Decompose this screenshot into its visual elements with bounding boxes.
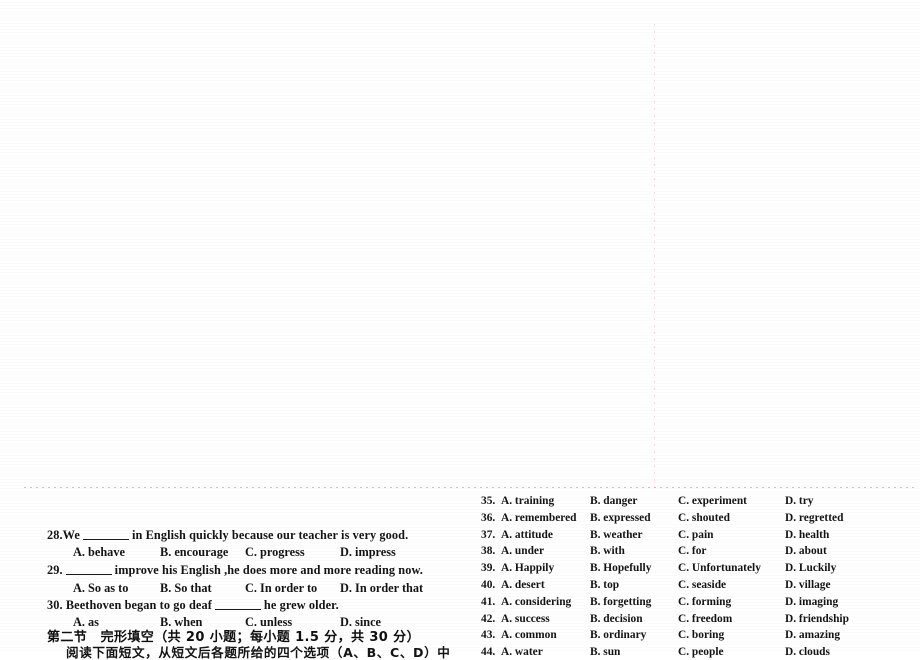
cloze-42-option-c[interactable]: C. freedom xyxy=(678,612,732,626)
cloze-40-option-b[interactable]: B. top xyxy=(590,578,619,592)
table-row: 40. A. desert B. top C. seaside D. villa… xyxy=(481,578,920,592)
question-29-stem-after: improve his English ,he does more and mo… xyxy=(114,563,423,577)
question-30-options: A. as B. when C. unless D. since xyxy=(47,615,467,629)
question-29-option-a[interactable]: A. So as to xyxy=(73,581,128,595)
cloze-40-option-a[interactable]: A. desert xyxy=(501,578,545,592)
cloze-39-option-b[interactable]: B. Hopefully xyxy=(590,561,651,575)
cloze-36-option-b[interactable]: B. expressed xyxy=(590,511,651,525)
question-30-option-b[interactable]: B. when xyxy=(160,615,202,629)
question-28-options: A. behave B. encourage C. progress D. im… xyxy=(47,545,467,559)
question-30-blank xyxy=(214,609,261,610)
table-row: 43. A. common B. ordinary C. boring D. a… xyxy=(481,628,920,642)
vertical-dotted-guide xyxy=(654,24,655,490)
cloze-36-option-c[interactable]: C. shouted xyxy=(678,511,730,525)
question-29-options: A. So as to B. So that C. In order to D.… xyxy=(47,581,467,595)
cloze-number-38: 38. xyxy=(481,545,496,558)
section-instruction: 阅读下面短文，从短文后各题所给的四个选项（A、B、C、D）中 xyxy=(66,645,451,660)
question-28-stem-after: in English quickly because our teacher i… xyxy=(131,528,409,542)
cloze-42-option-d[interactable]: D. friendship xyxy=(785,612,849,626)
cloze-38-option-d[interactable]: D. about xyxy=(785,544,827,558)
cloze-43-option-c[interactable]: C. boring xyxy=(678,628,724,642)
cloze-37-option-d[interactable]: D. health xyxy=(785,528,829,542)
question-28-option-c[interactable]: C. progress xyxy=(245,545,305,559)
cloze-39-option-d[interactable]: D. Luckily xyxy=(785,561,836,575)
cloze-39-option-c[interactable]: C. Unfortunately xyxy=(678,561,761,575)
table-row: 35. A. training B. danger C. experiment … xyxy=(481,494,920,508)
table-row: 38. A. under B. with C. for D. about xyxy=(481,544,920,558)
table-row: 36. A. remembered B. expressed C. shoute… xyxy=(481,511,920,525)
question-29-option-d[interactable]: D. In order that xyxy=(340,581,423,595)
question-29-option-c[interactable]: C. In order to xyxy=(245,581,317,595)
cloze-35-option-b[interactable]: B. danger xyxy=(590,494,637,508)
question-28-option-b[interactable]: B. encourage xyxy=(160,545,228,559)
question-30-stem-before: 30. Beethoven began to go deaf xyxy=(47,598,212,612)
cloze-40-option-d[interactable]: D. village xyxy=(785,578,831,592)
cloze-41-option-a[interactable]: A. considering xyxy=(501,595,571,609)
table-row: 41. A. considering B. forgetting C. form… xyxy=(481,595,920,609)
cloze-number-41: 41. xyxy=(481,595,496,608)
cloze-number-36: 36. xyxy=(481,511,496,524)
cloze-41-option-c[interactable]: C. forming xyxy=(678,595,731,609)
table-row: 39. A. Happily B. Hopefully C. Unfortuna… xyxy=(481,561,920,575)
cloze-44-option-a[interactable]: A. water xyxy=(501,645,543,659)
cloze-number-43: 43. xyxy=(481,629,496,642)
table-row: 37. A. attitude B. weather C. pain D. he… xyxy=(481,528,920,542)
cloze-36-option-d[interactable]: D. regretted xyxy=(785,511,843,525)
cloze-35-option-c[interactable]: C. experiment xyxy=(678,494,747,508)
section-heading: 第二节 完形填空（共 20 小题；每小题 1.5 分，共 30 分） xyxy=(47,630,420,645)
cloze-number-44: 44. xyxy=(481,646,496,659)
cloze-37-option-c[interactable]: C. pain xyxy=(678,528,713,542)
cloze-43-option-a[interactable]: A. common xyxy=(501,628,557,642)
horizontal-dotted-rule-left xyxy=(24,487,654,488)
question-30-option-c[interactable]: C. unless xyxy=(245,615,292,629)
table-row: 42. A. success B. decision C. freedom D.… xyxy=(481,612,920,626)
cloze-38-option-c[interactable]: C. for xyxy=(678,544,706,558)
question-30-option-a[interactable]: A. as xyxy=(73,615,99,629)
cloze-44-option-b[interactable]: B. sun xyxy=(590,645,620,659)
question-29-option-b[interactable]: B. So that xyxy=(160,581,212,595)
question-30-stem: 30. Beethoven began to go deaf he grew ol… xyxy=(47,598,339,612)
table-row: 44. A. water B. sun C. people D. clouds xyxy=(481,645,920,659)
cloze-36-option-a[interactable]: A. remembered xyxy=(501,511,577,525)
cloze-43-option-b[interactable]: B. ordinary xyxy=(590,628,646,642)
question-29-blank xyxy=(65,574,112,575)
question-28-option-a[interactable]: A. behave xyxy=(73,545,125,559)
cloze-44-option-d[interactable]: D. clouds xyxy=(785,645,830,659)
cloze-37-option-a[interactable]: A. attitude xyxy=(501,528,553,542)
question-29-stem-before: 29. xyxy=(47,563,63,577)
cloze-40-option-c[interactable]: C. seaside xyxy=(678,578,726,592)
cloze-39-option-a[interactable]: A. Happily xyxy=(501,561,554,575)
cloze-37-option-b[interactable]: B. weather xyxy=(590,528,643,542)
question-30-option-d[interactable]: D. since xyxy=(340,615,381,629)
cloze-38-option-b[interactable]: B. with xyxy=(590,544,625,558)
question-29-stem: 29. improve his English ,he does more and… xyxy=(47,563,423,577)
question-30-stem-after: he grew older. xyxy=(263,598,339,612)
cloze-41-option-b[interactable]: B. forgetting xyxy=(590,595,651,609)
cloze-number-37: 37. xyxy=(481,528,496,541)
cloze-35-option-a[interactable]: A. training xyxy=(501,494,554,508)
cloze-42-option-a[interactable]: A. success xyxy=(501,612,550,626)
horizontal-dotted-rule-right xyxy=(654,487,916,488)
cloze-41-option-d[interactable]: D. imaging xyxy=(785,595,838,609)
cloze-number-40: 40. xyxy=(481,579,496,591)
scanned-page: 28.We in English quickly because our teac… xyxy=(0,0,920,660)
cloze-38-option-a[interactable]: A. under xyxy=(501,544,544,558)
question-28-stem-before: 28.We xyxy=(47,528,80,542)
cloze-number-39: 39. xyxy=(481,562,496,575)
cloze-35-option-d[interactable]: D. try xyxy=(785,494,813,508)
question-28-option-d[interactable]: D. impress xyxy=(340,545,396,559)
cloze-44-option-c[interactable]: C. people xyxy=(678,645,724,659)
cloze-43-option-d[interactable]: D. amazing xyxy=(785,628,840,642)
question-28-blank xyxy=(82,539,129,540)
cloze-42-option-b[interactable]: B. decision xyxy=(590,612,643,626)
cloze-number-42: 42. xyxy=(481,612,496,625)
cloze-number-35: 35. xyxy=(481,495,496,507)
question-28-stem: 28.We in English quickly because our teac… xyxy=(47,528,408,542)
